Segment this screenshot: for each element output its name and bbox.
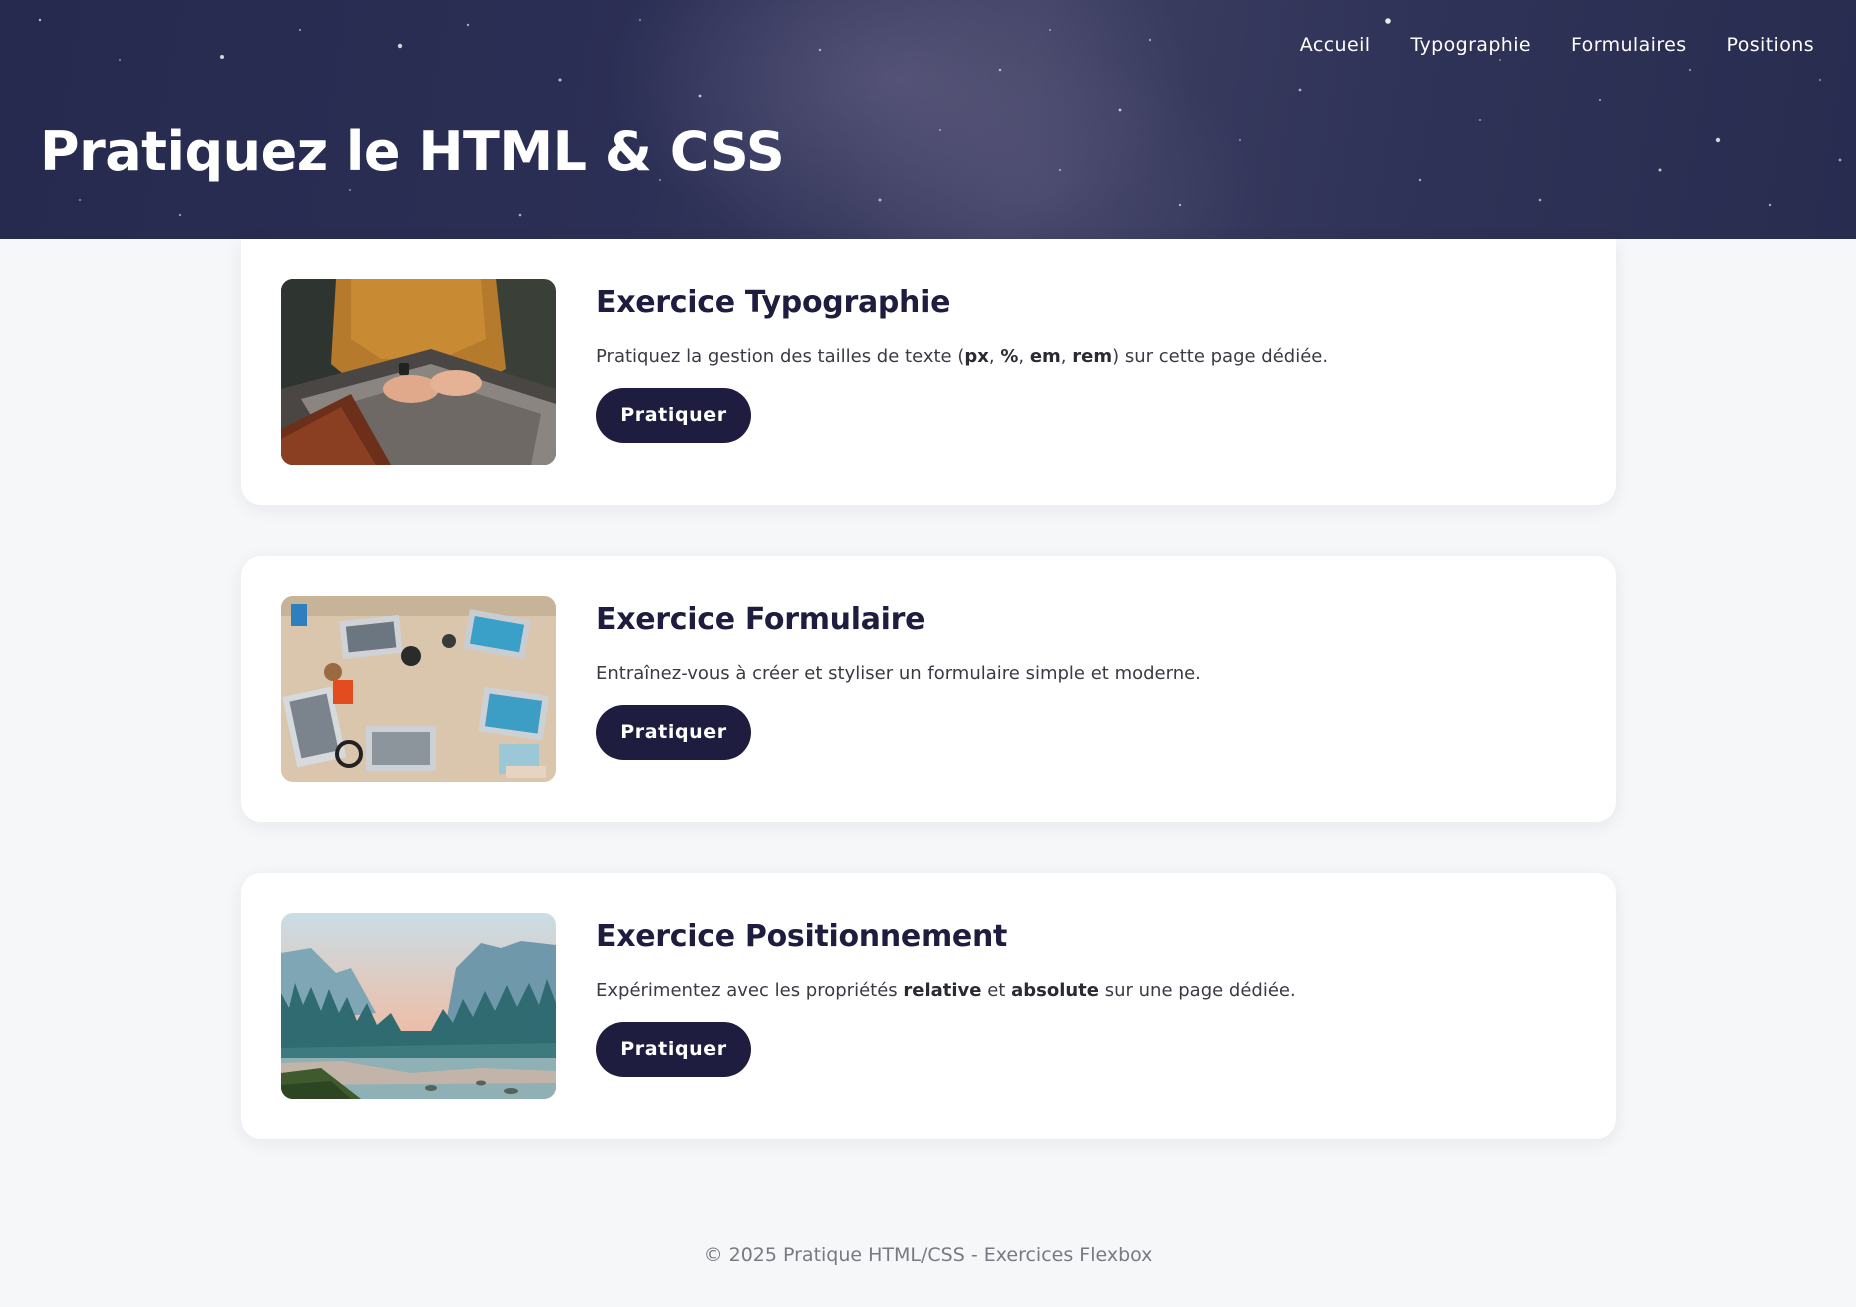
text-bold-relative: relative bbox=[903, 980, 982, 1001]
text-part: , bbox=[1060, 346, 1073, 367]
text-bold-em: em bbox=[1029, 346, 1061, 367]
practice-button-typographie[interactable]: Pratiquer bbox=[596, 388, 751, 443]
card-description: Expérimentez avec les propriétés relativ… bbox=[596, 978, 1556, 1004]
text-part: , bbox=[988, 346, 1001, 367]
card-description: Pratiquez la gestion des tailles de text… bbox=[596, 344, 1556, 370]
text-bold-rem: rem bbox=[1072, 346, 1113, 367]
hero-header: Accueil Typographie Formulaires Position… bbox=[0, 0, 1856, 239]
laptop-hands-photo bbox=[281, 279, 556, 465]
page-title: Pratiquez le HTML & CSS bbox=[40, 120, 785, 183]
mountain-lake-photo bbox=[281, 913, 556, 1099]
exercise-card-typographie: Exercice Typographie Pratiquez la gestio… bbox=[241, 239, 1616, 505]
nav-link-accueil[interactable]: Accueil bbox=[1280, 33, 1391, 57]
text-bold-absolute: absolute bbox=[1011, 980, 1099, 1001]
practice-button-positionnement[interactable]: Pratiquer bbox=[596, 1022, 751, 1077]
desk-team-photo bbox=[281, 596, 556, 782]
main-nav: Accueil Typographie Formulaires Position… bbox=[1280, 33, 1834, 57]
card-title: Exercice Positionnement bbox=[596, 919, 1008, 954]
exercise-list: Exercice Typographie Pratiquez la gestio… bbox=[241, 239, 1616, 1190]
text-bold-percent: % bbox=[1000, 346, 1019, 367]
page-footer: © 2025 Pratique HTML/CSS - Exercices Fle… bbox=[703, 1244, 1153, 1266]
card-title: Exercice Typographie bbox=[596, 285, 951, 320]
text-part: Expérimentez avec les propriétés bbox=[596, 980, 904, 1001]
practice-button-formulaire[interactable]: Pratiquer bbox=[596, 705, 751, 760]
nav-link-formulaires[interactable]: Formulaires bbox=[1551, 33, 1707, 57]
text-part: ) sur cette page dédiée. bbox=[1112, 346, 1329, 367]
nav-link-positions[interactable]: Positions bbox=[1707, 33, 1834, 57]
card-title: Exercice Formulaire bbox=[596, 602, 926, 637]
exercise-card-formulaire: Exercice Formulaire Entraînez-vous à cré… bbox=[241, 556, 1616, 822]
card-body: Exercice Typographie Pratiquez la gestio… bbox=[596, 283, 1556, 443]
card-body: Exercice Positionnement Expérimentez ave… bbox=[596, 917, 1556, 1077]
text-bold-px: px bbox=[964, 346, 989, 367]
card-body: Exercice Formulaire Entraînez-vous à cré… bbox=[596, 600, 1556, 760]
text-part: et bbox=[981, 980, 1012, 1001]
nav-link-typographie[interactable]: Typographie bbox=[1390, 33, 1551, 57]
exercise-card-positionnement: Exercice Positionnement Expérimentez ave… bbox=[241, 873, 1616, 1139]
card-description: Entraînez-vous à créer et styliser un fo… bbox=[596, 663, 1201, 684]
text-part: , bbox=[1018, 346, 1030, 367]
text-part: sur une page dédiée. bbox=[1099, 980, 1296, 1001]
text-part: Pratiquez la gestion des tailles de text… bbox=[596, 346, 965, 367]
